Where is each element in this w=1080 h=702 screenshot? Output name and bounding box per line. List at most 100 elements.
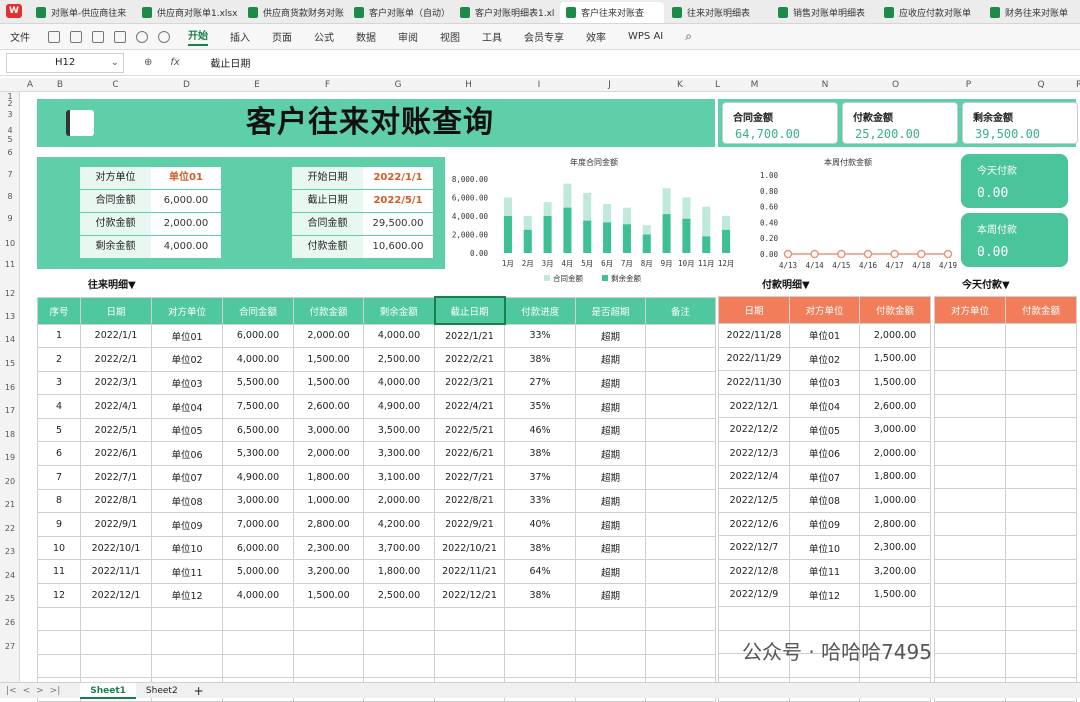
column-header-cell[interactable]: K — [645, 78, 715, 92]
row-header-cell[interactable]: 21 — [0, 500, 20, 509]
table-cell[interactable]: 37% — [504, 465, 576, 490]
table-cell[interactable]: 2022/11/1 — [80, 559, 152, 585]
column-header-cell[interactable]: C — [80, 78, 151, 92]
table-cell[interactable]: 7 — [37, 465, 81, 490]
empty-cell[interactable] — [934, 488, 1006, 513]
table-cell[interactable]: 5,500.00 — [222, 370, 294, 396]
ribbon-tab[interactable]: 视图 — [440, 29, 460, 44]
table-cell[interactable]: 3,200.00 — [859, 558, 931, 584]
table-cell[interactable]: 2022/6/21 — [434, 441, 505, 467]
table-cell[interactable]: 5,000.00 — [222, 559, 294, 585]
row-header-cell[interactable]: 8 — [0, 192, 20, 201]
table-cell[interactable]: 2022/12/3 — [718, 440, 790, 466]
table-cell[interactable]: 2022/6/1 — [80, 441, 152, 467]
table-cell[interactable]: 2,600.00 — [293, 394, 364, 419]
empty-cell[interactable] — [859, 606, 931, 631]
table-cell[interactable]: 单位12 — [789, 582, 860, 608]
search-icon[interactable]: ⌕ — [685, 29, 692, 44]
empty-cell[interactable] — [1005, 582, 1077, 608]
table-cell[interactable] — [645, 323, 716, 349]
table-cell[interactable]: 单位06 — [789, 440, 860, 466]
empty-cell[interactable] — [934, 606, 1006, 631]
row-header-cell[interactable]: 24 — [0, 571, 20, 580]
empty-cell[interactable] — [504, 630, 576, 655]
column-header[interactable]: 剩余金额 — [363, 296, 435, 325]
table-cell[interactable]: 3,500.00 — [363, 417, 435, 443]
zoom-icon[interactable]: ⊕ — [144, 57, 152, 68]
table-cell[interactable]: 2022/10/1 — [80, 535, 152, 561]
empty-cell[interactable] — [363, 653, 435, 679]
column-header[interactable]: 付款金额 — [859, 296, 931, 324]
table-cell[interactable]: 1,800.00 — [293, 465, 364, 490]
empty-cell[interactable] — [80, 630, 152, 655]
print-icon[interactable] — [92, 30, 104, 43]
table-cell[interactable]: 2022/11/29 — [718, 346, 790, 372]
table-cell[interactable]: 2022/12/1 — [80, 583, 152, 608]
table-cell[interactable]: 3,000.00 — [222, 488, 294, 514]
table-cell[interactable] — [645, 370, 716, 396]
column-header-cell[interactable]: Q — [1006, 78, 1076, 92]
empty-cell[interactable] — [934, 629, 1006, 655]
table-cell[interactable] — [645, 559, 716, 585]
table-cell[interactable]: 单位09 — [151, 512, 223, 537]
column-header-cell[interactable]: I — [504, 78, 574, 92]
table-cell[interactable]: 2 — [37, 347, 81, 372]
table-cell[interactable]: 4,000.00 — [363, 370, 435, 396]
empty-cell[interactable] — [1005, 535, 1077, 560]
table-cell[interactable]: 2022/5/1 — [80, 417, 152, 443]
row-header-cell[interactable]: 20 — [0, 477, 20, 486]
empty-cell[interactable] — [934, 535, 1006, 560]
table-cell[interactable]: 2,000.00 — [859, 440, 931, 466]
empty-cell[interactable] — [80, 653, 152, 679]
table-cell[interactable]: 10 — [37, 535, 81, 561]
table-cell[interactable]: 2022/7/1 — [80, 465, 152, 490]
table-cell[interactable]: 2022/5/21 — [434, 417, 505, 443]
empty-cell[interactable] — [1005, 417, 1077, 442]
table-cell[interactable]: 3,300.00 — [363, 441, 435, 467]
table-cell[interactable]: 2022/9/21 — [434, 512, 505, 537]
table-cell[interactable]: 超期 — [575, 394, 646, 419]
empty-cell[interactable] — [434, 606, 505, 632]
wps-logo-icon[interactable]: W — [6, 1, 22, 21]
table-cell[interactable]: 单位08 — [151, 488, 223, 514]
row-header-cell[interactable]: 27 — [0, 642, 20, 651]
table-cell[interactable]: 2022/12/8 — [718, 558, 790, 584]
row-header-cell[interactable]: 18 — [0, 430, 20, 439]
table-cell[interactable]: 38% — [504, 347, 576, 372]
ribbon-tab[interactable]: 页面 — [272, 29, 292, 44]
table-cell[interactable]: 3,200.00 — [293, 559, 364, 585]
table-cell[interactable]: 单位12 — [151, 583, 223, 608]
chevron-down-icon[interactable]: ⌄ — [111, 54, 119, 72]
empty-cell[interactable] — [1005, 346, 1077, 372]
empty-cell[interactable] — [293, 653, 364, 679]
table-cell[interactable]: 2022/11/30 — [718, 370, 790, 395]
name-box[interactable]: H12 ⌄ — [6, 52, 124, 73]
table-cell[interactable]: 6,000.00 — [222, 323, 294, 349]
table-cell[interactable]: 33% — [504, 323, 576, 349]
table-cell[interactable]: 超期 — [575, 417, 646, 443]
table-cell[interactable]: 2,600.00 — [859, 393, 931, 419]
table-cell[interactable]: 2022/12/9 — [718, 582, 790, 608]
info-value[interactable]: 单位01 — [151, 167, 221, 189]
column-header-cell[interactable]: R — [1076, 78, 1080, 92]
empty-cell[interactable] — [80, 606, 152, 632]
empty-cell[interactable] — [151, 630, 223, 655]
empty-cell[interactable] — [1005, 370, 1077, 395]
column-header[interactable]: 合同金额 — [222, 296, 294, 325]
empty-cell[interactable] — [934, 417, 1006, 442]
table-cell[interactable]: 2022/8/21 — [434, 488, 505, 514]
table-cell[interactable]: 4,000.00 — [222, 347, 294, 372]
empty-cell[interactable] — [1005, 653, 1077, 678]
table-cell[interactable]: 1,500.00 — [859, 582, 931, 608]
table-cell[interactable]: 2022/12/5 — [718, 488, 790, 513]
empty-cell[interactable] — [37, 653, 81, 679]
table-cell[interactable]: 单位10 — [151, 535, 223, 561]
table-cell[interactable]: 单位02 — [151, 347, 223, 372]
table-cell[interactable]: 27% — [504, 370, 576, 396]
copy-icon[interactable] — [70, 30, 82, 43]
empty-cell[interactable] — [1005, 629, 1077, 655]
row-header-cell[interactable]: 26 — [0, 618, 20, 627]
table-cell[interactable]: 超期 — [575, 323, 646, 349]
column-header-cell[interactable]: E — [222, 78, 292, 92]
document-tab[interactable]: 财务往来对账单 — [984, 2, 1080, 23]
